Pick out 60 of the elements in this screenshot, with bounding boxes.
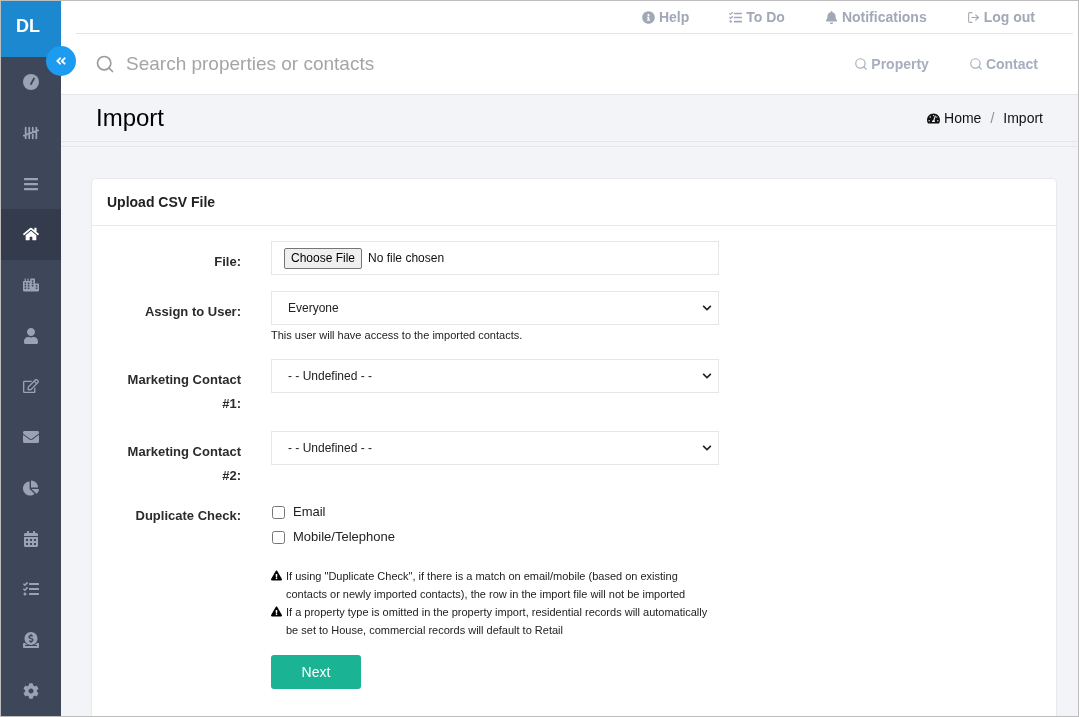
checkbox-label: Email — [293, 503, 326, 522]
page-title: Import — [96, 106, 164, 130]
search-icon — [854, 57, 869, 71]
field-label: File: — [214, 254, 241, 269]
coin-icon — [23, 631, 39, 648]
breadcrumb-link[interactable]: Home — [927, 107, 982, 129]
gauge-icon — [23, 74, 39, 91]
checklist-icon — [23, 581, 39, 598]
header-link[interactable]: Help — [641, 6, 690, 28]
person-icon — [23, 327, 39, 344]
checkbox-label: Mobile/Telephone — [293, 528, 395, 547]
edit-icon — [23, 378, 39, 395]
file-field[interactable]: Choose File No file chosen — [271, 241, 719, 275]
search-scope-link[interactable]: Contact — [968, 53, 1038, 75]
breadcrumb-current: Import — [1003, 108, 1043, 128]
search-scope-link[interactable]: Property — [854, 53, 929, 75]
checklist-icon — [729, 10, 743, 24]
warning-icon — [271, 606, 282, 617]
settings-icon — [23, 682, 39, 699]
field-label: Assign to User: — [144, 304, 241, 319]
pie-chart-icon — [23, 479, 39, 496]
search-field[interactable]: Search properties or contacts — [126, 49, 855, 79]
search-icon — [95, 54, 115, 74]
calendar-icon — [23, 530, 39, 547]
field-label: Marketing Contact #2: — [127, 444, 241, 483]
warning-icon — [271, 570, 282, 581]
double-chevron-left-icon — [55, 55, 67, 67]
buildings-icon — [23, 277, 39, 294]
field-label: Marketing Contact #1: — [127, 372, 241, 411]
bell-icon — [824, 10, 838, 24]
search-icon — [968, 57, 983, 71]
envelope-icon — [23, 429, 39, 446]
chevron-down-icon — [702, 303, 712, 313]
logo[interactable]: DL — [1, 1, 61, 57]
header-link[interactable]: Notifications — [824, 6, 927, 28]
chevron-down-icon — [702, 443, 712, 453]
choose-file-button[interactable]: Choose File — [284, 247, 363, 269]
gauge-icon — [927, 111, 941, 125]
note-text: If using "Duplicate Check", if there is a match on email/mobile (based on existing contacts or newly imported contacts), the row in the import file will not be imported — [286, 569, 687, 602]
menu-icon — [23, 175, 39, 192]
next-button[interactable]: Next — [271, 655, 361, 689]
checkbox[interactable] — [272, 505, 285, 519]
select-field[interactable]: - - Undefined - - — [271, 359, 719, 393]
header-link[interactable]: To Do — [729, 6, 785, 28]
chevron-down-icon — [702, 371, 712, 381]
field-label: Duplicate Check: — [135, 508, 241, 523]
help-text: This user will have access to the imported contacts. — [271, 328, 524, 343]
select-field[interactable]: Everyone — [271, 291, 719, 325]
select-field[interactable]: - - Undefined - - — [271, 431, 719, 465]
header-link[interactable]: Log out — [966, 6, 1035, 28]
file-status: No file chosen — [368, 250, 445, 267]
home-icon — [23, 226, 39, 243]
info-icon — [641, 10, 655, 24]
card-title: Upload CSV File — [107, 192, 216, 212]
logout-icon — [966, 10, 980, 24]
note-text: If a property type is omitted in the property import, residential records will automatically be set to House, commercial records will default to Retail — [286, 605, 709, 638]
breadcrumb-separator: / — [990, 108, 995, 128]
checkbox[interactable] — [272, 530, 285, 544]
sidebar-item[interactable] — [1, 209, 61, 260]
tally-icon — [23, 125, 39, 142]
